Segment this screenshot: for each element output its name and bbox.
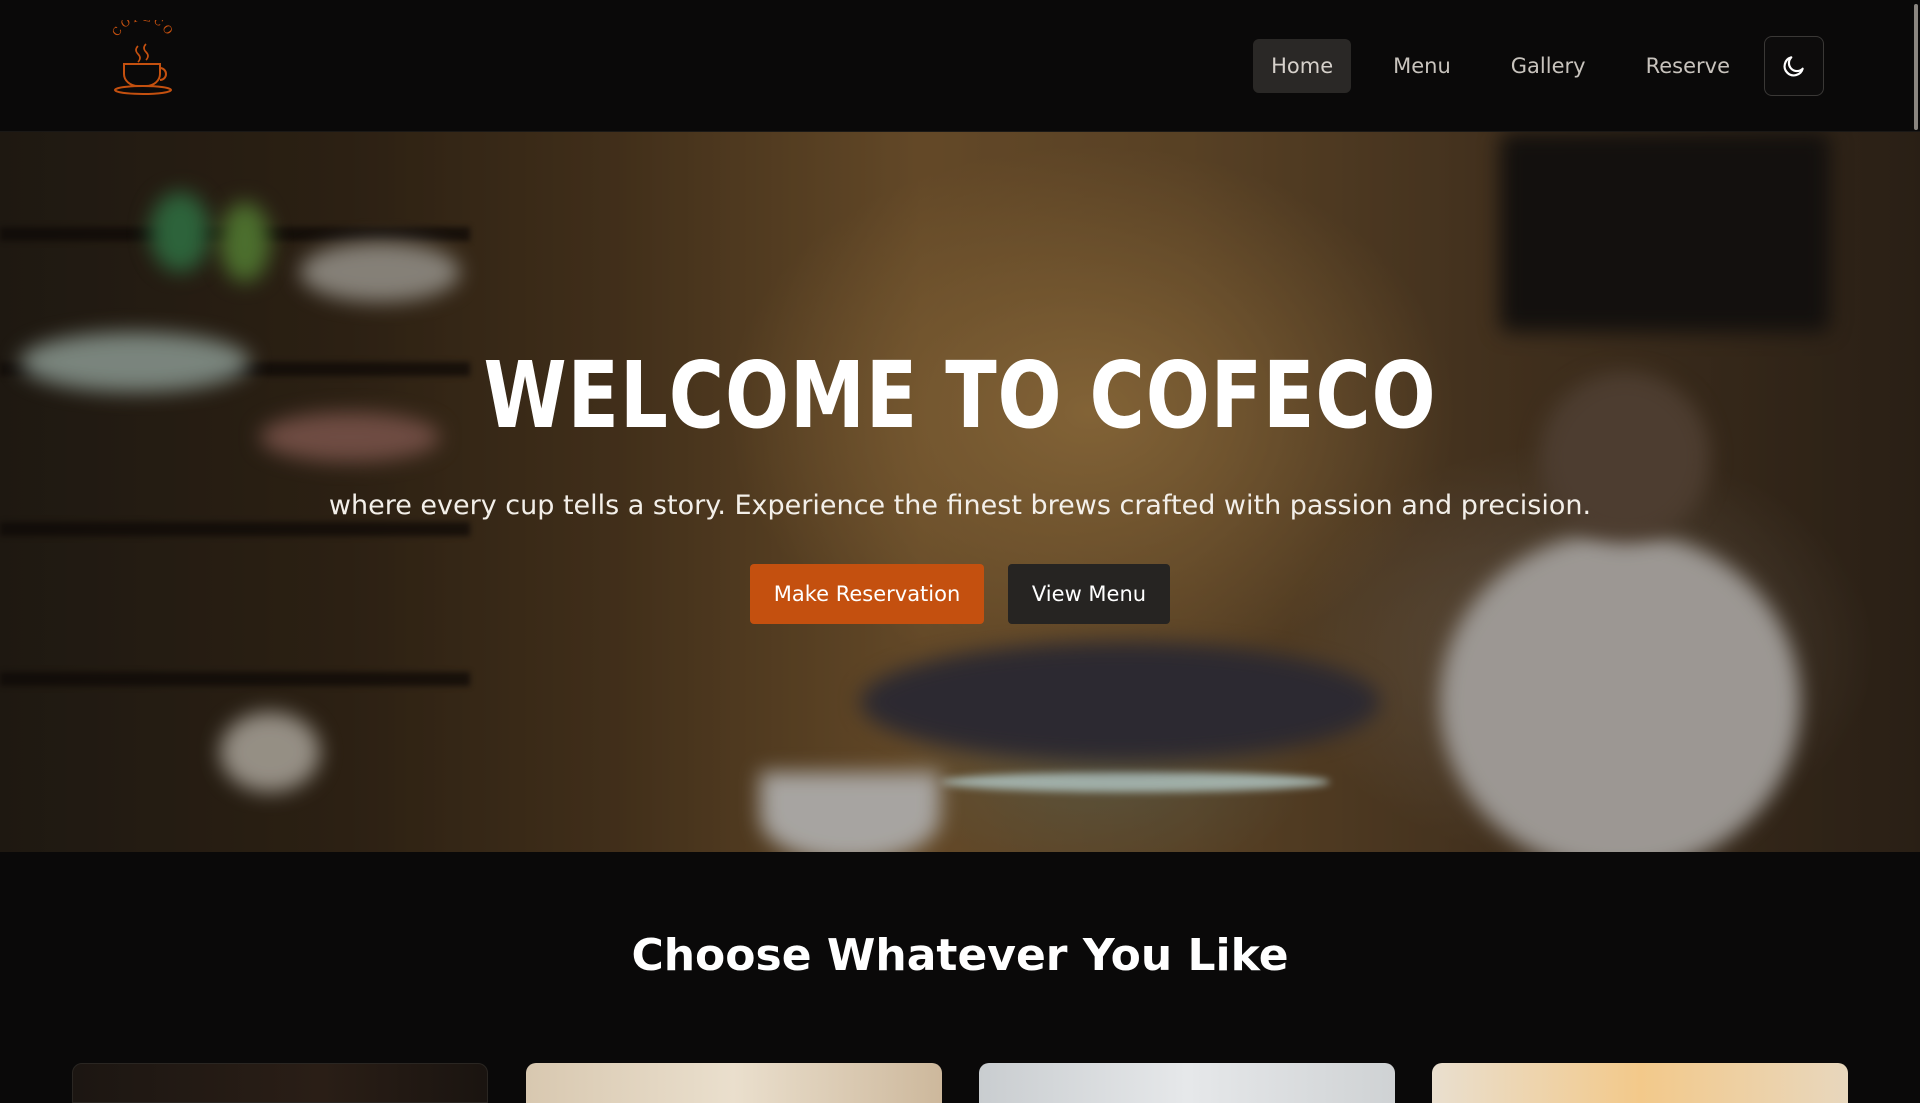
nav-home[interactable]: Home	[1253, 39, 1352, 93]
site-header: COFECO Home Menu Gallery Reserve	[0, 0, 1920, 132]
moon-icon	[1783, 56, 1804, 77]
hero-section: WELCOME TO COFECO where every cup tells …	[0, 132, 1920, 852]
coffee-cup-icon: COFECO	[110, 20, 177, 95]
section-title: Choose Whatever You Like	[631, 930, 1289, 981]
nav-menu[interactable]: Menu	[1375, 39, 1469, 93]
menu-card[interactable]	[72, 1063, 488, 1103]
svg-text:COFECO: COFECO	[110, 20, 177, 39]
main-nav: Home Menu Gallery Reserve	[1253, 36, 1824, 96]
view-menu-button[interactable]: View Menu	[1008, 564, 1170, 624]
menu-card[interactable]	[1432, 1063, 1848, 1103]
hero-title: WELCOME TO COFECO	[483, 342, 1437, 449]
menu-card[interactable]	[979, 1063, 1395, 1103]
nav-gallery[interactable]: Gallery	[1493, 39, 1604, 93]
hero-button-group: Make Reservation View Menu	[0, 564, 1920, 624]
menu-card[interactable]	[526, 1063, 942, 1103]
make-reservation-button[interactable]: Make Reservation	[750, 564, 984, 624]
theme-toggle-button[interactable]	[1764, 36, 1824, 96]
hero-subtitle: where every cup tells a story. Experienc…	[328, 490, 1592, 521]
nav-reserve[interactable]: Reserve	[1628, 39, 1748, 93]
page-scrollbar[interactable]	[1914, 4, 1918, 130]
cofeco-logo[interactable]: COFECO	[108, 20, 178, 96]
